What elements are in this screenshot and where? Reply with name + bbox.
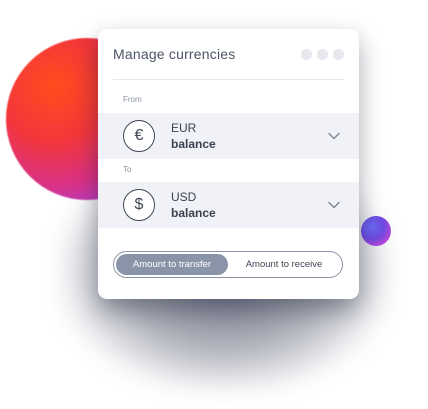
chevron-down-icon[interactable]	[327, 198, 341, 212]
window-dot-3[interactable]	[333, 48, 344, 60]
from-balance-label: balance	[171, 137, 216, 151]
to-currency-code: USD	[171, 190, 197, 204]
dollar-icon: $	[123, 189, 155, 221]
manage-currencies-card: Manage currencies From € EUR balance To …	[98, 29, 359, 299]
to-label: To	[123, 165, 132, 174]
toggle-amount-to-transfer[interactable]: Amount to transfer	[116, 254, 228, 275]
to-balance-label: balance	[171, 206, 216, 220]
decorative-small-orb	[361, 216, 391, 246]
to-currency-select[interactable]: $ USD balance	[98, 182, 359, 228]
card-header: Manage currencies	[113, 29, 344, 80]
window-controls	[301, 48, 344, 60]
from-label: From	[123, 95, 142, 104]
card-title: Manage currencies	[113, 46, 236, 62]
chevron-down-icon[interactable]	[327, 129, 341, 143]
from-currency-symbol: €	[134, 127, 144, 144]
amount-mode-toggle[interactable]: Amount to transfer Amount to receive	[113, 251, 343, 278]
window-dot-2[interactable]	[317, 48, 328, 60]
from-currency-code: EUR	[171, 121, 197, 135]
from-currency-select[interactable]: € EUR balance	[98, 113, 359, 159]
toggle-amount-to-receive[interactable]: Amount to receive	[228, 254, 340, 275]
window-dot-1[interactable]	[301, 48, 312, 60]
to-currency-symbol: $	[134, 196, 144, 213]
euro-icon: €	[123, 120, 155, 152]
